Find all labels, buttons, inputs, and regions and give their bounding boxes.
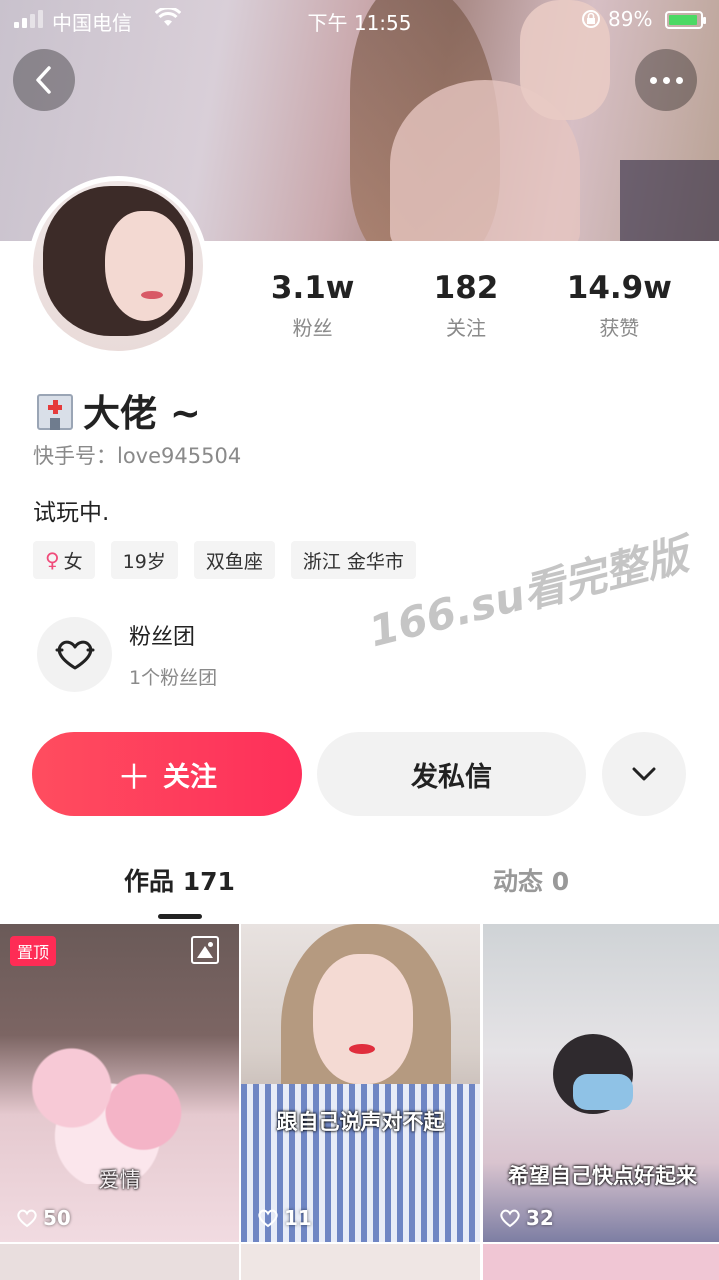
heart-icon [258, 1209, 278, 1228]
post-thumbnail[interactable] [241, 1244, 480, 1280]
likes-label: 获赞 [599, 316, 640, 340]
follow-button[interactable]: ＋ 关注 [32, 732, 302, 816]
profile-bio: 试玩中. [33, 500, 110, 526]
user-id[interactable]: 快手号：love945504 [33, 440, 241, 470]
post-thumbnail[interactable]: 置顶 爱情 50 [0, 924, 239, 1242]
fan-club-subtitle: 1个粉丝团 [129, 667, 218, 689]
follow-label: 关注 [163, 761, 217, 793]
plus-icon: ＋ [117, 757, 151, 798]
location-tag[interactable]: 浙江 金华市 [290, 541, 416, 579]
following-count: 182 [433, 270, 499, 306]
gender-tag: ♀ 女 [33, 541, 95, 579]
gender-label: 女 [63, 550, 83, 573]
post-likes-count: 32 [526, 1206, 554, 1230]
tab-works[interactable]: 作品 171 [124, 862, 235, 898]
fan-club-heart-icon [37, 617, 112, 692]
likes-count: 14.9w [566, 270, 672, 306]
post-caption: 希望自己快点好起来 [508, 1164, 697, 1188]
battery-percent: 89% [608, 7, 653, 31]
post-thumbnail[interactable] [0, 1244, 239, 1280]
post-likes-count: 11 [284, 1206, 312, 1230]
pinned-badge: 置顶 [10, 936, 57, 966]
chevron-left-icon [36, 66, 51, 94]
post-thumbnail[interactable] [483, 1244, 719, 1280]
following-stat[interactable]: 182 关注 [389, 270, 542, 341]
followers-label: 粉丝 [292, 316, 333, 340]
hospital-icon [33, 388, 77, 432]
followers-stat[interactable]: 3.1w 粉丝 [236, 270, 389, 341]
send-message-button[interactable]: 发私信 [317, 732, 586, 816]
zodiac-tag: 双鱼座 [193, 541, 275, 579]
heart-icon [500, 1209, 520, 1228]
more-dots-icon [649, 76, 683, 84]
avatar[interactable] [28, 176, 208, 356]
post-likes: 32 [499, 1206, 554, 1230]
more-options-button[interactable] [635, 49, 697, 111]
expand-button[interactable] [602, 732, 686, 816]
posts-grid-next-row [0, 1244, 719, 1280]
following-label: 关注 [445, 316, 486, 340]
battery-icon [665, 11, 706, 29]
tab-moments[interactable]: 动态 0 [493, 862, 569, 898]
image-post-icon [191, 936, 219, 964]
active-tab-indicator [158, 914, 202, 919]
post-likes-count: 50 [43, 1206, 71, 1230]
female-icon: ♀ [45, 548, 60, 572]
status-bar: 中国电信 下午 11:55 89% [0, 0, 719, 40]
profile-tabs: 作品 171 动态 0 [0, 862, 719, 922]
profile-name: 大佬 ~ [83, 392, 201, 435]
heart-icon [17, 1209, 37, 1228]
profile-tags: ♀ 女 19岁 双鱼座 浙江 金华市 [33, 541, 416, 579]
fan-club-title: 粉丝团 [129, 625, 196, 650]
post-caption: 跟自己说声对不起 [276, 1110, 445, 1134]
likes-stat[interactable]: 14.9w 获赞 [543, 270, 696, 341]
post-thumbnail[interactable]: 跟自己说声对不起 11 [241, 924, 480, 1242]
chevron-down-icon [632, 767, 656, 781]
orientation-lock-icon [580, 8, 602, 35]
fan-club-entry[interactable]: 粉丝团 1个粉丝团 [37, 617, 217, 692]
post-thumbnail[interactable]: 希望自己快点好起来 32 [483, 924, 719, 1242]
post-likes: 50 [16, 1206, 71, 1230]
age-tag: 19岁 [110, 541, 178, 579]
profile-page: 中国电信 下午 11:55 89% 3.1w 粉丝 182 关注 14.9w 获… [0, 0, 719, 1280]
profile-name-row: 大佬 ~ [33, 383, 201, 437]
followers-count: 3.1w [270, 270, 355, 306]
post-likes: 11 [257, 1206, 312, 1230]
profile-stats: 3.1w 粉丝 182 关注 14.9w 获赞 [236, 270, 696, 341]
back-button[interactable] [13, 49, 75, 111]
post-caption: 爱情 [98, 1168, 141, 1192]
